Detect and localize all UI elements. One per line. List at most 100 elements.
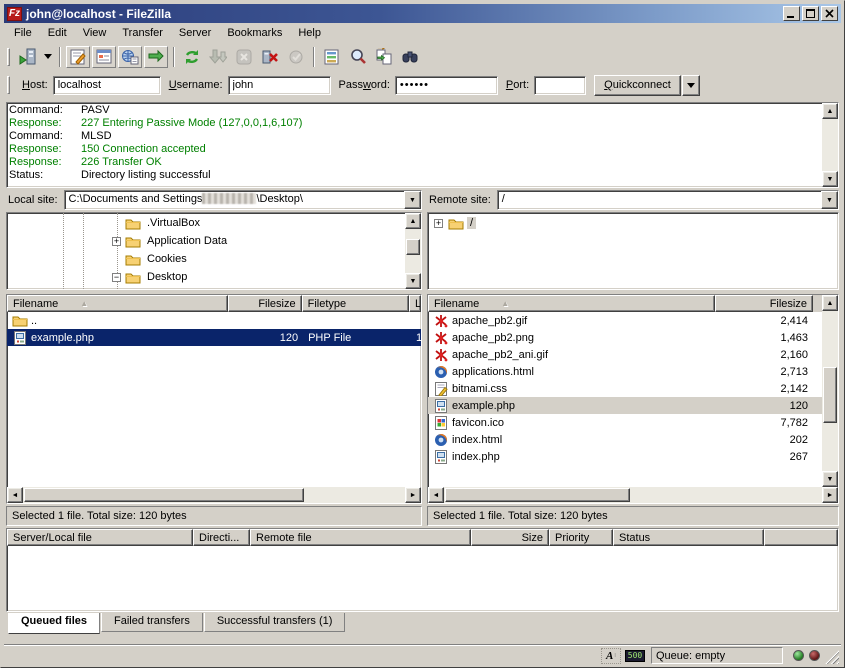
resize-grip[interactable] [825, 650, 839, 664]
column-header[interactable]: Filename▲ [428, 295, 715, 312]
local-status: Selected 1 file. Total size: 120 bytes [6, 506, 422, 526]
close-button[interactable] [821, 6, 838, 21]
minimize-button[interactable] [783, 6, 800, 21]
site-manager-icon[interactable] [15, 46, 39, 68]
menu-view[interactable]: View [75, 25, 115, 41]
column-header[interactable]: Priority [549, 529, 613, 546]
toolbar-grip[interactable] [7, 48, 10, 66]
column-header[interactable]: Status [613, 529, 764, 546]
process-queue-icon[interactable] [206, 46, 230, 68]
datatype-indicator-icon[interactable]: A∶ [601, 648, 621, 664]
expand-icon[interactable]: + [434, 219, 443, 228]
toggle-local-tree-icon[interactable] [92, 46, 116, 68]
local-path-dropdown[interactable]: ▼ [404, 191, 421, 209]
toggle-message-log-icon[interactable] [66, 46, 90, 68]
file-row[interactable]: .. [7, 312, 421, 329]
local-tree-vscrollbar[interactable]: ▲ ▼ [405, 213, 421, 289]
scroll-down-icon[interactable]: ▼ [822, 171, 838, 187]
column-header[interactable]: Filesize [228, 295, 301, 312]
maximize-button[interactable] [802, 6, 819, 21]
column-header[interactable]: Size [471, 529, 549, 546]
tree-item[interactable]: −Desktop [7, 268, 405, 286]
tree-item[interactable]: .VirtualBox [7, 214, 405, 232]
scroll-left-icon[interactable]: ◄ [7, 487, 23, 503]
toolbar-separator [313, 47, 315, 67]
remote-path-dropdown[interactable]: ▼ [821, 191, 838, 209]
collapse-icon[interactable]: − [112, 273, 121, 282]
column-header[interactable]: Remote file [250, 529, 471, 546]
file-row[interactable]: bitnami.css2,142 [428, 380, 822, 397]
folder-icon [448, 216, 464, 230]
column-header[interactable]: Filesize [715, 295, 813, 312]
file-row[interactable]: example.php120PHP File1 [7, 329, 421, 346]
local-path-combo[interactable]: C:\Documents and Settings\Desktop\ ▼ [64, 190, 422, 210]
toggle-transfer-queue-icon[interactable] [144, 46, 168, 68]
tab-failed-transfers[interactable]: Failed transfers [101, 613, 203, 632]
scroll-up-icon[interactable]: ▲ [405, 213, 421, 229]
port-input[interactable] [534, 76, 586, 95]
scroll-thumb[interactable] [406, 239, 420, 255]
quickconnect-button[interactable]: Quickconnect [594, 75, 681, 96]
scroll-thumb[interactable] [823, 367, 837, 423]
column-header[interactable]: Server/Local file [7, 529, 193, 546]
synchronized-browsing-icon[interactable] [372, 46, 396, 68]
file-row[interactable]: applications.html2,713 [428, 363, 822, 380]
file-row[interactable]: example.php120 [428, 397, 822, 414]
tree-item[interactable]: +Application Data [7, 232, 405, 250]
local-tree: .VirtualBox+Application DataCookies−Desk… [6, 212, 422, 290]
site-manager-dropdown-icon[interactable] [41, 46, 54, 68]
menu-server[interactable]: Server [171, 25, 219, 41]
scroll-down-icon[interactable]: ▼ [405, 273, 421, 289]
menu-bookmarks[interactable]: Bookmarks [219, 25, 290, 41]
scroll-left-icon[interactable]: ◄ [428, 487, 444, 503]
find-files-icon[interactable] [398, 46, 422, 68]
directory-comparison-icon[interactable] [346, 46, 370, 68]
tab-queued-files[interactable]: Queued files [8, 613, 100, 634]
file-row[interactable]: apache_pb2.png1,463 [428, 329, 822, 346]
file-row[interactable]: apache_pb2.gif2,414 [428, 312, 822, 329]
scroll-down-icon[interactable]: ▼ [822, 471, 838, 487]
column-header[interactable]: Filetype [302, 295, 409, 312]
scroll-thumb[interactable] [24, 488, 304, 502]
scroll-right-icon[interactable]: ► [405, 487, 421, 503]
tab-successful-transfers-1[interactable]: Successful transfers (1) [204, 613, 346, 632]
refresh-icon[interactable] [180, 46, 204, 68]
menu-transfer[interactable]: Transfer [114, 25, 171, 41]
expand-icon[interactable]: + [112, 237, 121, 246]
username-input[interactable] [228, 76, 331, 95]
scroll-up-icon[interactable]: ▲ [822, 295, 838, 311]
remote-list-vscrollbar[interactable]: ▲ ▼ [822, 295, 838, 487]
host-input[interactable] [53, 76, 161, 95]
column-header[interactable] [764, 529, 838, 546]
file-row[interactable]: index.html202 [428, 431, 822, 448]
html-icon [433, 365, 449, 379]
password-input[interactable] [395, 76, 498, 95]
quickconnect-dropdown[interactable] [682, 75, 700, 96]
clear-queue-icon[interactable] [284, 46, 308, 68]
filename-filters-icon[interactable] [320, 46, 344, 68]
menu-file[interactable]: File [6, 25, 40, 41]
log-vscrollbar[interactable]: ▲ ▼ [822, 103, 838, 187]
quickbar-grip[interactable] [7, 76, 10, 94]
cancel-operation-icon[interactable] [232, 46, 256, 68]
scroll-right-icon[interactable]: ► [822, 487, 838, 503]
scroll-up-icon[interactable]: ▲ [822, 103, 838, 119]
tree-item[interactable]: +/ [428, 214, 838, 232]
speed-limit-icon[interactable]: 500 [625, 650, 645, 662]
file-row[interactable]: index.php267 [428, 448, 822, 465]
file-row[interactable]: favicon.ico7,782 [428, 414, 822, 431]
remote-hscrollbar[interactable]: ◄ ► [428, 487, 838, 503]
remote-path-combo[interactable]: / ▼ [497, 190, 839, 210]
menu-help[interactable]: Help [290, 25, 329, 41]
file-row[interactable]: apache_pb2_ani.gif2,160 [428, 346, 822, 363]
log-line: Command:MLSD [9, 130, 820, 143]
column-header[interactable]: Filename▲ [7, 295, 228, 312]
scroll-thumb[interactable] [445, 488, 630, 502]
toggle-remote-tree-icon[interactable] [118, 46, 142, 68]
column-header[interactable]: Directi... [193, 529, 250, 546]
column-header[interactable]: L [409, 295, 421, 312]
menu-edit[interactable]: Edit [40, 25, 75, 41]
disconnect-icon[interactable] [258, 46, 282, 68]
local-hscrollbar[interactable]: ◄ ► [7, 487, 421, 503]
tree-item[interactable]: Cookies [7, 250, 405, 268]
